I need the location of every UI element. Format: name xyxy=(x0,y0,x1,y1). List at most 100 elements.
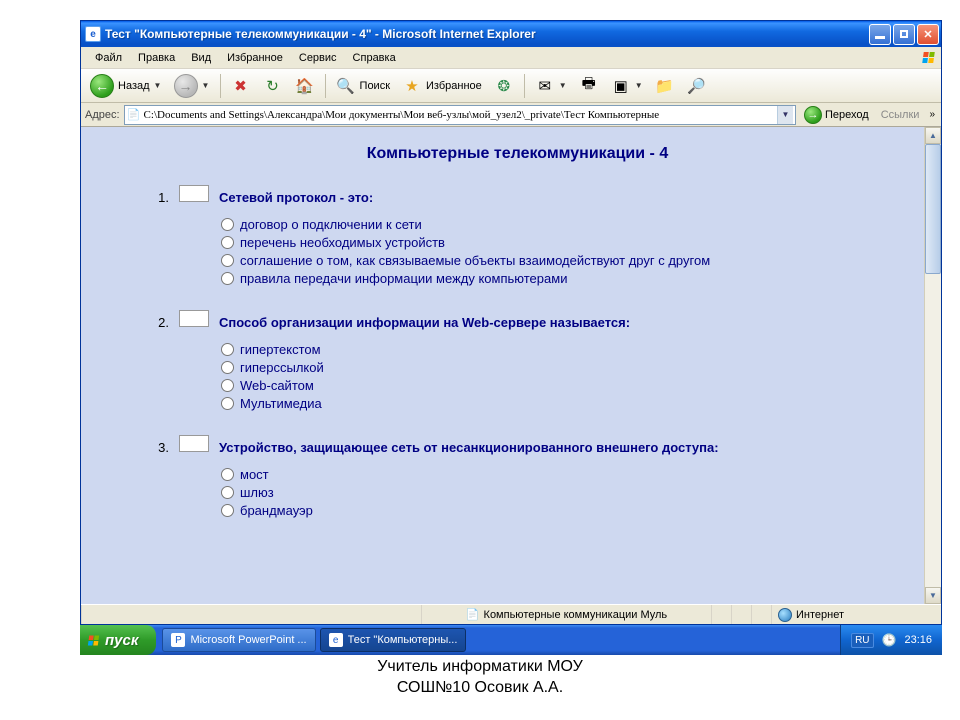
option-text: Web-сайтом xyxy=(240,378,314,393)
stop-button[interactable]: ✖ xyxy=(226,72,256,100)
option-radio[interactable] xyxy=(221,361,234,374)
forward-button[interactable]: → ▼ xyxy=(169,72,215,100)
status-zone-text: Интернет xyxy=(796,609,844,621)
option-radio[interactable] xyxy=(221,468,234,481)
option[interactable]: Web-сайтом xyxy=(221,378,884,393)
option[interactable]: гипертекстом xyxy=(221,342,884,357)
globe-icon xyxy=(778,608,792,622)
option[interactable]: соглашение о том, как связываемые объект… xyxy=(221,253,884,268)
go-button[interactable]: → Переход xyxy=(800,106,873,124)
window-buttons: ✕ xyxy=(869,24,939,45)
print-button[interactable]: 🖶 xyxy=(574,72,604,100)
research-button[interactable]: 🔎 xyxy=(682,72,712,100)
mail-button[interactable]: ✉▼ xyxy=(530,72,572,100)
option-radio[interactable] xyxy=(221,236,234,249)
search-button[interactable]: 🔍Поиск xyxy=(331,72,395,100)
scroll-track[interactable] xyxy=(925,144,941,587)
status-bar: 📄 Компьютерные коммуникации Муль Интерне… xyxy=(81,604,941,624)
vertical-scrollbar[interactable]: ▲ ▼ xyxy=(924,127,941,604)
option-radio[interactable] xyxy=(221,504,234,517)
favorites-button[interactable]: ★Избранное xyxy=(397,72,487,100)
option[interactable]: мост xyxy=(221,467,884,482)
caption-line1: Учитель информатики МОУ xyxy=(0,657,960,678)
forward-arrow-icon: → xyxy=(174,74,198,98)
question-number: 2. xyxy=(151,315,169,330)
answer-box[interactable] xyxy=(179,310,209,327)
titlebar: e Тест "Компьютерные телекоммуникации - … xyxy=(81,21,941,47)
go-arrow-icon: → xyxy=(804,106,822,124)
menu-view[interactable]: Вид xyxy=(183,50,219,66)
menu-edit[interactable]: Правка xyxy=(130,50,183,66)
option-text: правила передачи информации между компью… xyxy=(240,271,567,286)
option-radio[interactable] xyxy=(221,272,234,285)
folder-icon: 📁 xyxy=(655,76,675,96)
language-indicator[interactable]: RU xyxy=(851,633,873,648)
media-button[interactable]: ❂ xyxy=(489,72,519,100)
question-text: Сетевой протокол - это: xyxy=(219,190,373,205)
page-title: Компьютерные телекоммуникации - 4 xyxy=(151,145,884,163)
go-label: Переход xyxy=(825,109,869,121)
taskbar-button[interactable]: eТест "Компьютерны... xyxy=(320,628,467,652)
taskbar: пуск PMicrosoft PowerPoint ...eТест "Ком… xyxy=(80,625,942,655)
address-field[interactable]: 📄 ▼ xyxy=(124,105,796,125)
back-button[interactable]: ← Назад ▼ xyxy=(85,72,167,100)
option[interactable]: брандмауэр xyxy=(221,503,884,518)
chevron-right-icon[interactable]: » xyxy=(927,109,937,120)
menu-file[interactable]: Файл xyxy=(87,50,130,66)
refresh-button[interactable]: ↻ xyxy=(258,72,288,100)
question: 2.Способ организации информации на Web-с… xyxy=(151,310,884,411)
option-text: договор о подключении к сети xyxy=(240,217,422,232)
option[interactable]: правила передачи информации между компью… xyxy=(221,271,884,286)
status-doc-text: Компьютерные коммуникации Муль xyxy=(484,609,668,621)
search-label: Поиск xyxy=(360,80,390,92)
edit-button[interactable]: ▣▼ xyxy=(606,72,648,100)
stop-icon: ✖ xyxy=(231,76,251,96)
maximize-button[interactable] xyxy=(893,24,915,45)
option[interactable]: Мультимедиа xyxy=(221,396,884,411)
option-radio[interactable] xyxy=(221,486,234,499)
address-dropdown[interactable]: ▼ xyxy=(777,106,793,124)
menu-help[interactable]: Справка xyxy=(345,50,404,66)
links-label[interactable]: Ссылки xyxy=(877,109,924,121)
option[interactable]: шлюз xyxy=(221,485,884,500)
option-radio[interactable] xyxy=(221,397,234,410)
windows-flag-icon xyxy=(917,49,939,67)
dropdown-icon: ▼ xyxy=(202,81,210,90)
window-title: Тест "Компьютерные телекоммуникации - 4"… xyxy=(105,27,869,41)
minimize-button[interactable] xyxy=(869,24,891,45)
option-radio[interactable] xyxy=(221,254,234,267)
scroll-thumb[interactable] xyxy=(925,144,941,274)
taskbar-button[interactable]: PMicrosoft PowerPoint ... xyxy=(162,628,315,652)
answer-box[interactable] xyxy=(179,435,209,452)
app-icon: P xyxy=(171,633,185,647)
close-button[interactable]: ✕ xyxy=(917,24,939,45)
taskbar-button-label: Тест "Компьютерны... xyxy=(348,634,458,646)
option[interactable]: гиперссылкой xyxy=(221,360,884,375)
folder-button[interactable]: 📁 xyxy=(650,72,680,100)
option-radio[interactable] xyxy=(221,343,234,356)
tray-icon[interactable]: 🕒 xyxy=(882,633,897,647)
answer-box[interactable] xyxy=(179,185,209,202)
status-document: 📄 Компьютерные коммуникации Муль xyxy=(421,605,711,624)
home-button[interactable]: 🏠 xyxy=(290,72,320,100)
scroll-up-button[interactable]: ▲ xyxy=(925,127,941,144)
page-icon: 📄 xyxy=(127,108,141,122)
option-radio[interactable] xyxy=(221,379,234,392)
address-input[interactable] xyxy=(144,109,777,121)
option-text: гиперссылкой xyxy=(240,360,324,375)
media-icon: ❂ xyxy=(494,76,514,96)
page-content: Компьютерные телекоммуникации - 4 1.Сете… xyxy=(81,127,924,604)
scroll-down-button[interactable]: ▼ xyxy=(925,587,941,604)
menubar: Файл Правка Вид Избранное Сервис Справка xyxy=(81,47,941,69)
option[interactable]: договор о подключении к сети xyxy=(221,217,884,232)
option[interactable]: перечень необходимых устройств xyxy=(221,235,884,250)
start-button[interactable]: пуск xyxy=(80,625,156,655)
menu-favorites[interactable]: Избранное xyxy=(219,50,291,66)
clock[interactable]: 23:16 xyxy=(904,634,932,646)
option-text: брандмауэр xyxy=(240,503,313,518)
option-radio[interactable] xyxy=(221,218,234,231)
menu-tools[interactable]: Сервис xyxy=(291,50,345,66)
dropdown-icon: ▼ xyxy=(154,81,162,90)
option-text: соглашение о том, как связываемые объект… xyxy=(240,253,710,268)
print-icon: 🖶 xyxy=(579,76,599,96)
